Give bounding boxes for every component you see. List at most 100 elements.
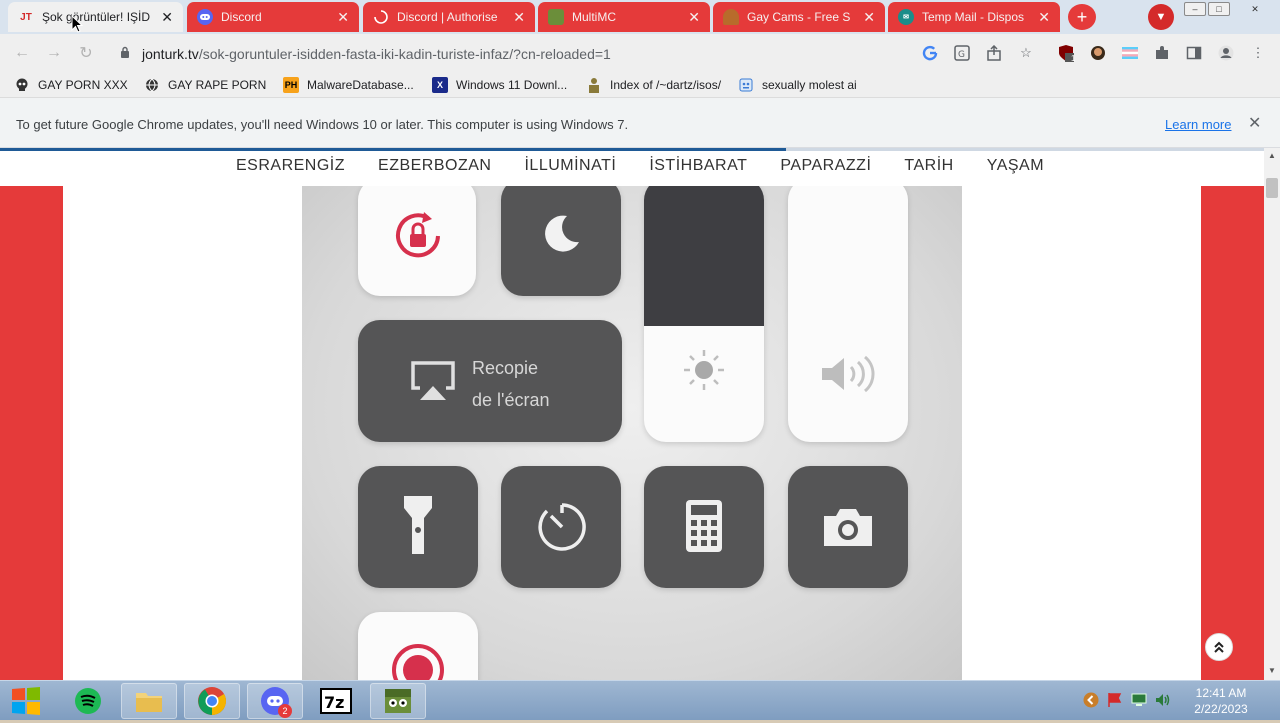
bookmark-item[interactable]: GAY PORN XXX <box>14 76 128 94</box>
close-icon[interactable]: ✕ <box>513 9 525 26</box>
translate-icon[interactable]: G <box>953 44 971 62</box>
puzzle-icon[interactable] <box>1153 44 1171 62</box>
side-panel-icon[interactable] <box>1185 44 1203 62</box>
article-photo: Recopie de l'écran <box>302 186 962 680</box>
address-bar[interactable]: jonturk.tv/sok-goruntuler-isidden-fasta-… <box>108 38 1048 68</box>
bookmark-item[interactable]: sexually molest ai <box>738 76 857 94</box>
site-nav-items: ESRARENGİZ EZBERBOZAN İLLUMİNATİ İSTİHBA… <box>236 157 1077 175</box>
article-content: Recopie de l'écran <box>63 186 1201 680</box>
do-not-disturb-tile <box>501 186 621 296</box>
bookmark-label: Index of /~dartz/isos/ <box>610 78 722 92</box>
taskbar-chrome[interactable] <box>184 683 240 719</box>
scroll-up-arrow-icon[interactable]: ▲ <box>1268 151 1276 160</box>
nav-item-paparazzi[interactable]: PAPARAZZİ <box>780 157 871 175</box>
discord-icon <box>197 9 213 25</box>
bookmarks-bar: GAY PORN XXX GAY RAPE PORN PH MalwareDat… <box>0 72 1280 98</box>
taskbar-spotify[interactable] <box>60 683 116 719</box>
nav-item-illuminati[interactable]: İLLUMİNATİ <box>524 157 616 175</box>
mouse-cursor-icon <box>71 15 83 33</box>
nav-accent <box>786 148 1264 151</box>
tab-search-button[interactable]: ▼ <box>1148 4 1174 30</box>
network-icon[interactable] <box>1131 692 1147 708</box>
scroll-down-arrow-icon[interactable]: ▼ <box>1268 666 1276 675</box>
close-icon[interactable]: ✕ <box>1248 113 1261 133</box>
back-button[interactable]: ← <box>12 43 32 63</box>
bookmark-item[interactable]: PH MalwareDatabase... <box>283 76 414 94</box>
tab-cams[interactable]: Gay Cams - Free S ✕ <box>713 2 885 32</box>
nav-item-esrarengiz[interactable]: ESRARENGİZ <box>236 157 345 175</box>
tray-arrow-icon[interactable] <box>1083 692 1099 708</box>
scrollbar-thumb[interactable] <box>1266 178 1278 198</box>
action-center-flag-icon[interactable] <box>1107 692 1123 708</box>
record-icon <box>392 644 444 680</box>
bookmark-label: GAY PORN XXX <box>38 78 128 92</box>
scroll-to-top-button[interactable] <box>1205 633 1233 661</box>
svg-text:7z: 7z <box>324 693 344 712</box>
browser-toolbar: ← → ↻ jonturk.tv/sok-goruntuler-isidden-… <box>0 34 1280 72</box>
flashlight-tile <box>358 466 478 588</box>
bookmark-item[interactable]: GAY RAPE PORN <box>144 76 266 94</box>
speaker-icon <box>822 355 875 393</box>
nav-item-tarih[interactable]: TARİH <box>904 157 953 175</box>
system-clock[interactable]: 12:41 AM 2/22/2023 <box>1186 685 1256 717</box>
taskbar-file-explorer[interactable] <box>121 683 177 719</box>
windows-taskbar: 2 7z 12:41 AM 2/22/2023 <box>0 680 1280 720</box>
reload-button[interactable]: ↻ <box>76 43 96 63</box>
menu-dots-icon[interactable]: ⋮ <box>1249 44 1267 62</box>
pornhub-icon: PH <box>283 77 299 93</box>
start-button[interactable] <box>8 684 44 718</box>
close-icon[interactable]: ✕ <box>863 9 875 26</box>
star-icon[interactable]: ☆ <box>1017 44 1035 62</box>
7zip-icon: 7z <box>320 688 352 714</box>
page-scrollbar[interactable]: ▲ ▼ <box>1264 148 1280 680</box>
rotation-lock-tile <box>358 186 476 296</box>
new-tab-button[interactable]: + <box>1068 4 1096 30</box>
minimize-button[interactable]: – <box>1184 2 1206 16</box>
moon-icon <box>545 215 579 252</box>
maximize-button[interactable]: □ <box>1208 2 1230 16</box>
nav-item-istihbarat[interactable]: İSTİHBARAT <box>649 157 747 175</box>
timer-tile <box>501 466 621 588</box>
multimc-icon <box>385 689 411 713</box>
close-icon[interactable]: ✕ <box>688 9 700 26</box>
avatar-extension-icon[interactable] <box>1089 44 1107 62</box>
bookmark-item[interactable]: X Windows 11 Downl... <box>432 76 567 94</box>
multimc-icon <box>548 9 564 25</box>
extension-badge: 1 <box>1071 54 1076 63</box>
discord-badge: 2 <box>278 704 292 718</box>
clock-time: 12:41 AM <box>1195 686 1247 700</box>
learn-more-link[interactable]: Learn more <box>1165 117 1231 132</box>
close-icon[interactable]: ✕ <box>161 9 173 26</box>
tab-tempmail[interactable]: ✉ Temp Mail - Dispos ✕ <box>888 2 1060 32</box>
volume-icon[interactable] <box>1155 692 1171 708</box>
forward-button[interactable]: → <box>44 43 64 63</box>
folder-icon <box>136 693 162 712</box>
close-icon[interactable]: ✕ <box>1038 9 1050 26</box>
site-nav: ESRARENGİZ EZBERBOZAN İLLUMİNATİ İSTİHBA… <box>0 148 1264 186</box>
cams-icon <box>723 9 739 25</box>
nav-item-ezberbozan[interactable]: EZBERBOZAN <box>378 157 491 175</box>
tab-discord[interactable]: Discord ✕ <box>187 2 359 32</box>
tab-title: Gay Cams - Free S <box>747 10 851 24</box>
flashlight-icon <box>404 496 432 554</box>
tab-jonturk[interactable]: JT Şok görüntüler! IŞİD ✕ <box>8 2 183 32</box>
screen-mirroring-label-2: de l'écran <box>472 390 550 410</box>
profile-icon[interactable] <box>1217 44 1235 62</box>
close-icon[interactable]: ✕ <box>337 9 349 26</box>
update-infobar: To get future Google Chrome updates, you… <box>0 98 1280 148</box>
tab-multimc[interactable]: MultiMC ✕ <box>538 2 710 32</box>
taskbar-7zip[interactable]: 7z <box>308 683 364 719</box>
tab-title: Şok görüntüler! IŞİD <box>42 10 151 24</box>
tab-discord-authorise[interactable]: Discord | Authorise ✕ <box>363 2 535 32</box>
nav-item-yasam[interactable]: YAŞAM <box>987 157 1044 175</box>
double-chevron-up-icon <box>1214 641 1224 653</box>
trans-flag-icon[interactable] <box>1121 44 1139 62</box>
spotify-icon <box>75 688 101 714</box>
share-icon[interactable] <box>985 44 1003 62</box>
taskbar-multimc[interactable] <box>370 683 426 719</box>
google-icon[interactable] <box>921 44 939 62</box>
windows-logo-icon <box>12 687 40 715</box>
taskbar-discord[interactable]: 2 <box>247 683 303 719</box>
close-window-button[interactable]: ✕ <box>1240 2 1270 16</box>
bookmark-item[interactable]: Index of /~dartz/isos/ <box>586 76 721 94</box>
